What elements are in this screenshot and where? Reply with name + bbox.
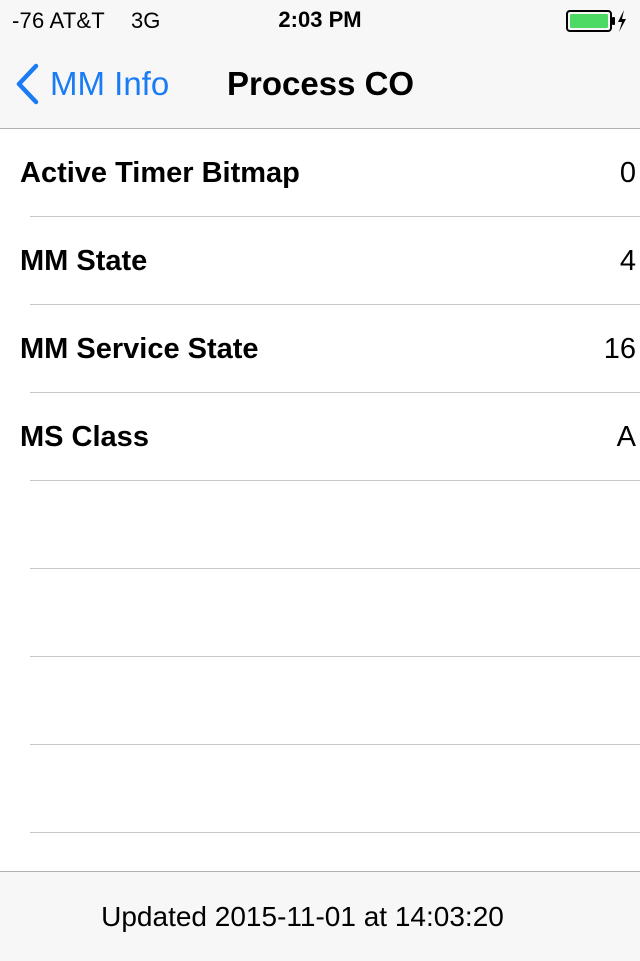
row-label: MM State	[20, 245, 148, 277]
row-label: Active Timer Bitmap	[20, 157, 300, 189]
table-row: MM Service State 16	[0, 305, 640, 393]
row-value: A	[616, 421, 636, 453]
row-label: MM Service State	[20, 333, 259, 365]
empty-table-row	[0, 569, 640, 657]
row-value: 0	[619, 157, 636, 189]
back-button-label: MM Info	[50, 65, 170, 102]
last-updated-label: Updated 2015-11-01 at 14:03:20	[101, 901, 504, 932]
page-title: Process CO	[227, 65, 415, 102]
row-value: 16	[603, 333, 636, 365]
empty-table-row	[0, 745, 640, 833]
navigation-bar: MM Info Process CO	[0, 40, 640, 129]
charging-bolt-icon	[618, 10, 626, 32]
back-button[interactable]: MM Info	[14, 40, 169, 128]
info-table: Active Timer Bitmap 0 MM State 4 MM Serv…	[0, 129, 640, 833]
battery-icon	[566, 10, 626, 32]
empty-table-row	[0, 481, 640, 569]
chevron-left-icon	[16, 63, 39, 105]
status-bar: -76 AT&T 3G 2:03 PM	[0, 0, 640, 40]
row-value: 4	[619, 245, 636, 277]
row-label: MS Class	[20, 421, 149, 453]
clock: 2:03 PM	[278, 7, 362, 32]
table-row: MM State 4	[0, 217, 640, 305]
empty-table-row	[0, 657, 640, 745]
table-row: MS Class A	[0, 393, 640, 481]
table-row: Active Timer Bitmap 0	[0, 129, 640, 217]
bottom-toolbar: Updated 2015-11-01 at 14:03:20	[0, 871, 640, 961]
